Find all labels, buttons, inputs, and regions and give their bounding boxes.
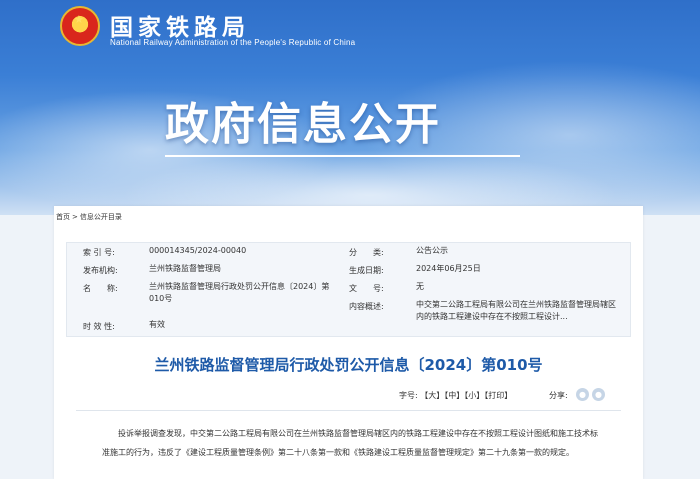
category-value: 公告公示 xyxy=(416,246,448,255)
name-value: 兰州铁路监督管理局行政处罚公开信息〔2024〕第010号 xyxy=(149,282,330,303)
summary-label: 内容概述: xyxy=(349,302,384,311)
docno-value: 无 xyxy=(416,282,424,291)
document-metadata-table: 索 引 号: 000014345/2024-00040 分 类: 公告公示 发布… xyxy=(66,242,631,337)
validity-label: 时 效 性: xyxy=(83,322,115,331)
content-divider xyxy=(76,410,621,411)
index-value: 000014345/2024-00040 xyxy=(149,246,247,255)
docno-label: 文 号: xyxy=(349,284,384,293)
content-panel: 首页 > 信息公开目录 索 引 号: 000014345/2024-00040 分 … xyxy=(54,206,643,479)
index-label: 索 引 号: xyxy=(83,248,115,257)
breadcrumb: 首页 > 信息公开目录 xyxy=(56,212,122,222)
wechat-icon[interactable]: ● xyxy=(576,388,589,401)
print-button[interactable]: 【打印】 xyxy=(484,391,512,400)
document-title: 兰州铁路监督管理局行政处罚公开信息〔2024〕第010号 xyxy=(154,356,543,374)
breadcrumb-home-link[interactable]: 首页 xyxy=(56,213,70,221)
validity-value: 有效 xyxy=(149,320,165,329)
breadcrumb-current-link[interactable]: 信息公开目录 xyxy=(80,213,122,221)
weibo-icon[interactable]: ● xyxy=(592,388,605,401)
font-size-medium-button[interactable]: 【中】 xyxy=(444,391,464,400)
category-label: 分 类: xyxy=(349,248,384,257)
font-size-small-button[interactable]: 【小】 xyxy=(464,391,484,400)
font-size-label: 字号: xyxy=(399,391,418,400)
site-logo-text[interactable]: 国家铁路局 xyxy=(110,8,250,42)
share-label: 分享: xyxy=(549,391,568,400)
name-label: 名 称: xyxy=(83,284,118,293)
banner-divider xyxy=(165,155,520,157)
breadcrumb-separator: > xyxy=(72,213,78,221)
issuer-value: 兰州铁路监督管理局 xyxy=(149,264,221,273)
banner-title: 政府信息公开 xyxy=(165,99,441,150)
national-emblem-icon[interactable]: ★ xyxy=(60,6,100,46)
header-banner: ★ 国家铁路局 National Railway Administration … xyxy=(0,0,700,215)
site-logo-subtitle: National Railway Administration of the P… xyxy=(110,38,356,47)
date-label: 生成日期: xyxy=(349,266,384,275)
document-body: 投诉举报调查发现，中交第二公路工程局有限公司在兰州铁路监督管理局辖区内的铁路工程… xyxy=(102,429,598,457)
summary-value: 中交第二公路工程局有限公司在兰州铁路监督管理局辖区内的铁路工程建设中存在不按照工… xyxy=(416,300,616,321)
date-value: 2024年06月25日 xyxy=(416,264,481,273)
font-size-large-button[interactable]: 【大】 xyxy=(420,391,444,400)
issuer-label: 发布机构: xyxy=(83,266,118,275)
font-size-toolbar: 字号: 【大】【中】【小】【打印】 xyxy=(399,390,512,401)
